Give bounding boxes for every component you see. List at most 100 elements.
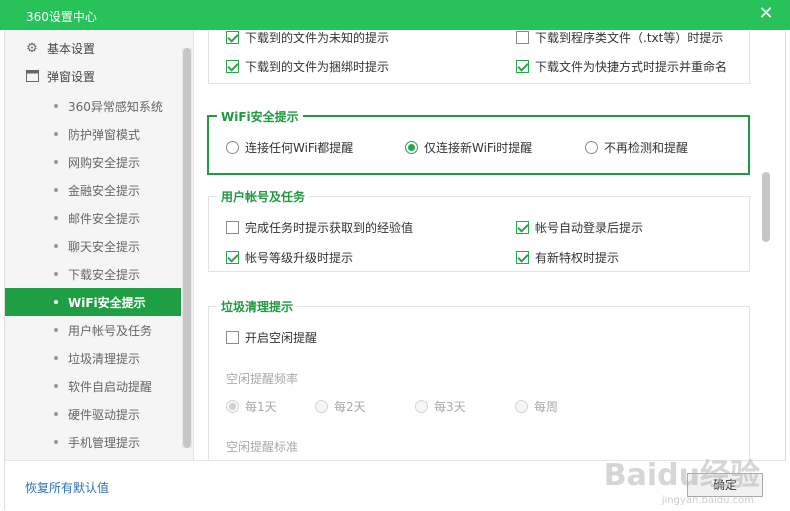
checkbox-box[interactable] (226, 331, 239, 344)
idle-frequency-label: 空闲提醒频率 (226, 372, 299, 386)
ok-button[interactable]: 确定 (687, 473, 763, 497)
checkbox-box[interactable] (226, 31, 239, 44)
checkbox-auto-login[interactable]: 帐号自动登录后提示 (516, 219, 643, 236)
radio-label: 不再检测和提醒 (604, 141, 689, 155)
sidebar-group-popup[interactable]: 弹窗设置 (5, 62, 181, 90)
checkbox-download-bundled[interactable]: 下载到的文件为捆绑时提示 (226, 58, 389, 75)
sidebar-item-driver[interactable]: 硬件驱动提示 (5, 400, 181, 428)
sidebar-item-cleanup[interactable]: 垃圾清理提示 (5, 344, 181, 372)
bullet-icon (54, 104, 58, 108)
radio-label: 每2天 (334, 400, 366, 414)
bullet-icon (54, 300, 58, 304)
checkbox-new-privilege[interactable]: 有新特权时提示 (516, 249, 619, 266)
section-title: 垃圾清理提示 (217, 298, 298, 315)
radio-wifi-new[interactable]: 仅连接新WiFi时提醒 (405, 139, 532, 156)
bullet-icon (54, 188, 58, 192)
radio-circle[interactable] (405, 141, 418, 154)
settings-panel: 下载到的文件为未知的提示 下载到程序类文件（.txt等）时提示 下载到的文件为捆… (194, 30, 778, 460)
radio-circle[interactable] (226, 400, 239, 413)
radio-circle[interactable] (415, 400, 428, 413)
checkbox-level-up[interactable]: 帐号等级升级时提示 (226, 249, 353, 266)
sidebar-item-account[interactable]: 用户帐号及任务 (5, 316, 181, 344)
bullet-icon (54, 356, 58, 360)
checkbox-box[interactable] (226, 221, 239, 234)
checkbox-label: 下载到程序类文件（.txt等）时提示 (535, 31, 724, 45)
sidebar-item-popup-mode[interactable]: 防护弹窗模式 (5, 120, 181, 148)
bullet-icon (54, 440, 58, 444)
window-icon (25, 69, 39, 83)
sidebar-item-shopping[interactable]: 网购安全提示 (5, 148, 181, 176)
sidebar-item-label: 用户帐号及任务 (68, 323, 153, 338)
sidebar-item-label: 硬件驱动提示 (68, 407, 141, 422)
main-scroll-thumb[interactable] (762, 172, 770, 242)
sidebar-item-finance[interactable]: 金融安全提示 (5, 176, 181, 204)
sidebar-item-label: 下载安全提示 (68, 267, 141, 282)
bullet-icon (54, 132, 58, 136)
sidebar-item-label: 垃圾清理提示 (68, 351, 141, 366)
sidebar-item-autostart[interactable]: 软件自启动提醒 (5, 372, 181, 400)
radio-label: 每1天 (245, 400, 277, 414)
radio-circle[interactable] (315, 400, 328, 413)
checkbox-label: 下载到的文件为未知的提示 (245, 31, 390, 45)
checkbox-download-shortcut[interactable]: 下载文件为快捷方式时提示并重命名 (516, 58, 727, 75)
sidebar-item-label: 网购安全提示 (68, 155, 141, 170)
sidebar-group-basic[interactable]: ⚙ 基本设置 (5, 34, 181, 62)
sidebar-item-mail[interactable]: 邮件安全提示 (5, 204, 181, 232)
title-bar: 360设置中心 ✕ (0, 0, 790, 30)
radio-circle[interactable] (585, 141, 598, 154)
sidebar-item-chat[interactable]: 聊天安全提示 (5, 232, 181, 260)
radio-freq-3day[interactable]: 每3天 (415, 398, 466, 415)
section-title: 用户帐号及任务 (217, 188, 310, 205)
checkbox-label: 完成任务时提示获取到的经验值 (245, 221, 414, 235)
checkbox-box[interactable] (516, 31, 529, 44)
sidebar-item-label: 360异常感知系统 (68, 99, 163, 114)
sidebar-item-wifi[interactable]: WiFi安全提示 (5, 288, 181, 316)
checkbox-box[interactable] (226, 60, 239, 73)
checkbox-task-exp[interactable]: 完成任务时提示获取到的经验值 (226, 219, 413, 236)
restore-defaults-link[interactable]: 恢复所有默认值 (25, 479, 109, 496)
radio-freq-daily[interactable]: 每1天 (226, 398, 277, 415)
sidebar-group-label: 弹窗设置 (47, 69, 96, 84)
checkbox-label: 有新特权时提示 (535, 251, 620, 265)
close-icon[interactable]: ✕ (756, 4, 776, 24)
radio-freq-2day[interactable]: 每2天 (315, 398, 366, 415)
idle-standard-label: 空闲提醒标准 (226, 440, 299, 454)
checkbox-label: 下载到的文件为捆绑时提示 (245, 60, 390, 74)
radio-circle[interactable] (515, 400, 528, 413)
checkbox-label: 帐号等级升级时提示 (245, 251, 354, 265)
main-scrollbar[interactable] (761, 30, 771, 450)
sidebar-scrollbar[interactable] (182, 48, 192, 448)
radio-label: 每周 (534, 400, 559, 414)
checkbox-box[interactable] (226, 251, 239, 264)
sidebar-scroll-thumb[interactable] (183, 48, 191, 448)
bullet-icon (54, 328, 58, 332)
checkbox-idle-reminder[interactable]: 开启空闲提醒 (226, 329, 317, 346)
sidebar-item-phone[interactable]: 手机管理提示 (5, 428, 181, 456)
sidebar-item-label: 手机管理提示 (68, 435, 141, 450)
sidebar-item-label: 邮件安全提示 (68, 211, 141, 226)
radio-label: 仅连接新WiFi时提醒 (424, 141, 533, 155)
radio-wifi-any[interactable]: 连接任何WiFi都提醒 (226, 139, 353, 156)
sidebar-item-label: 聊天安全提示 (68, 239, 141, 254)
radio-circle[interactable] (226, 141, 239, 154)
radio-label: 每3天 (434, 400, 466, 414)
checkbox-download-program[interactable]: 下载到程序类文件（.txt等）时提示 (516, 30, 723, 46)
sidebar-item-download[interactable]: 下载安全提示 (5, 260, 181, 288)
radio-wifi-never[interactable]: 不再检测和提醒 (585, 139, 688, 156)
section-title: WiFi安全提示 (217, 108, 303, 125)
sidebar: ⚙ 基本设置 弹窗设置 360异常感知系统 防护弹窗模式 网购安全提示 金融安全… (5, 30, 194, 460)
radio-freq-weekly[interactable]: 每周 (515, 398, 558, 415)
sidebar-item-label: WiFi安全提示 (68, 295, 146, 310)
checkbox-box[interactable] (516, 60, 529, 73)
sidebar-item-anomaly[interactable]: 360异常感知系统 (5, 92, 181, 120)
checkbox-box[interactable] (516, 221, 529, 234)
sidebar-item-label: 软件自启动提醒 (68, 379, 153, 394)
sidebar-item-label: 金融安全提示 (68, 183, 141, 198)
bullet-icon (54, 216, 58, 220)
checkbox-box[interactable] (516, 251, 529, 264)
checkbox-label: 帐号自动登录后提示 (535, 221, 644, 235)
sidebar-item-label: 防护弹窗模式 (68, 127, 141, 142)
sidebar-group-label: 基本设置 (47, 41, 96, 56)
checkbox-download-unknown[interactable]: 下载到的文件为未知的提示 (226, 30, 389, 46)
bullet-icon (54, 272, 58, 276)
